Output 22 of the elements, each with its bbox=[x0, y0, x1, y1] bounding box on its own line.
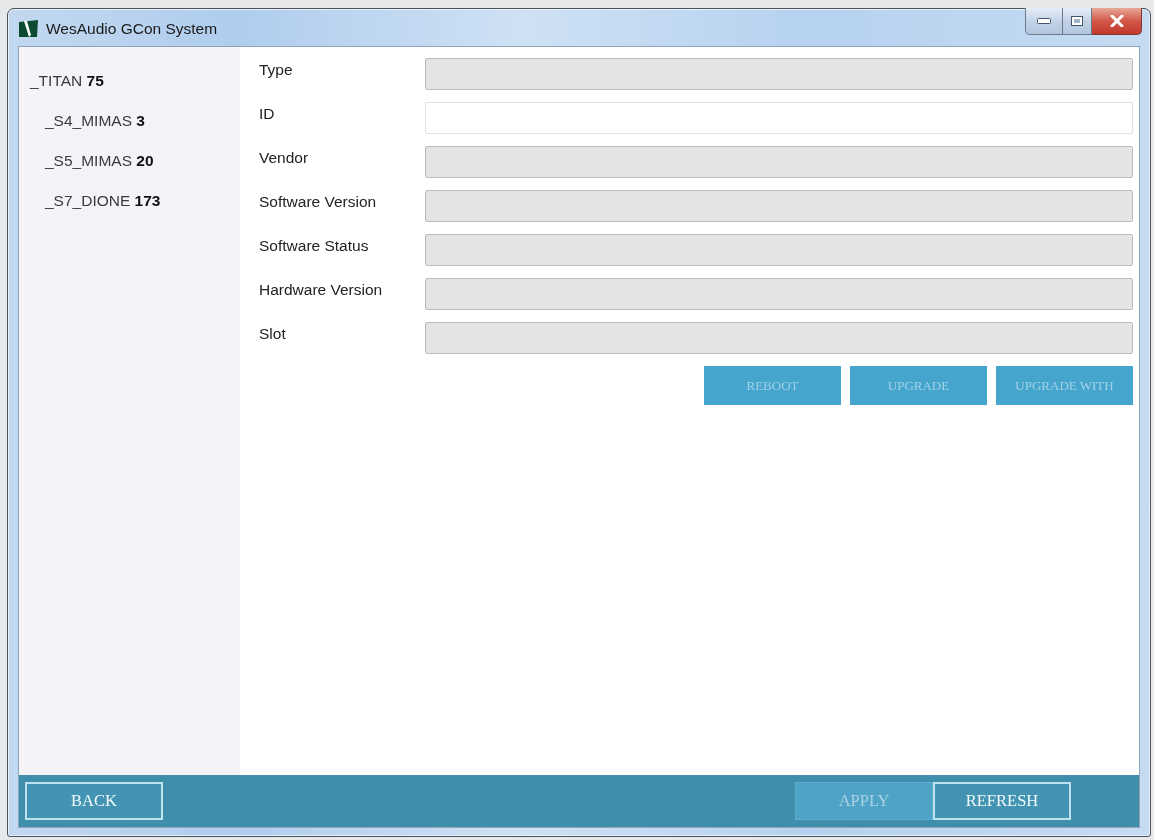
field-label: Software Status bbox=[259, 236, 370, 255]
field-label: Slot bbox=[259, 324, 287, 343]
tree-item[interactable]: _S4_MIMAS 3 bbox=[34, 101, 240, 141]
tree-item[interactable]: _S5_MIMAS 20 bbox=[34, 141, 240, 181]
window-title: WesAudio GCon System bbox=[46, 20, 218, 38]
footer-button[interactable]: BACK bbox=[25, 782, 163, 820]
logo-icon bbox=[18, 20, 39, 37]
minimize-button[interactable] bbox=[1025, 8, 1063, 35]
field-label: Type bbox=[259, 60, 294, 79]
text-field[interactable] bbox=[425, 102, 1133, 134]
tree-item[interactable]: _S7_DIONE 173 bbox=[34, 181, 240, 221]
field-label: Software Version bbox=[259, 192, 378, 211]
tree-item[interactable]: _TITAN 75 bbox=[19, 61, 240, 101]
field-label: Vendor bbox=[259, 148, 310, 167]
maximize-button[interactable] bbox=[1063, 8, 1092, 35]
minimize-icon bbox=[1037, 18, 1051, 24]
field-label: ID bbox=[259, 104, 276, 123]
footer-button[interactable]: REFRESH bbox=[933, 782, 1071, 820]
close-button[interactable] bbox=[1092, 8, 1142, 35]
close-icon bbox=[1109, 15, 1124, 27]
field-label: Hardware Version bbox=[259, 280, 384, 299]
maximize-icon bbox=[1071, 16, 1083, 26]
